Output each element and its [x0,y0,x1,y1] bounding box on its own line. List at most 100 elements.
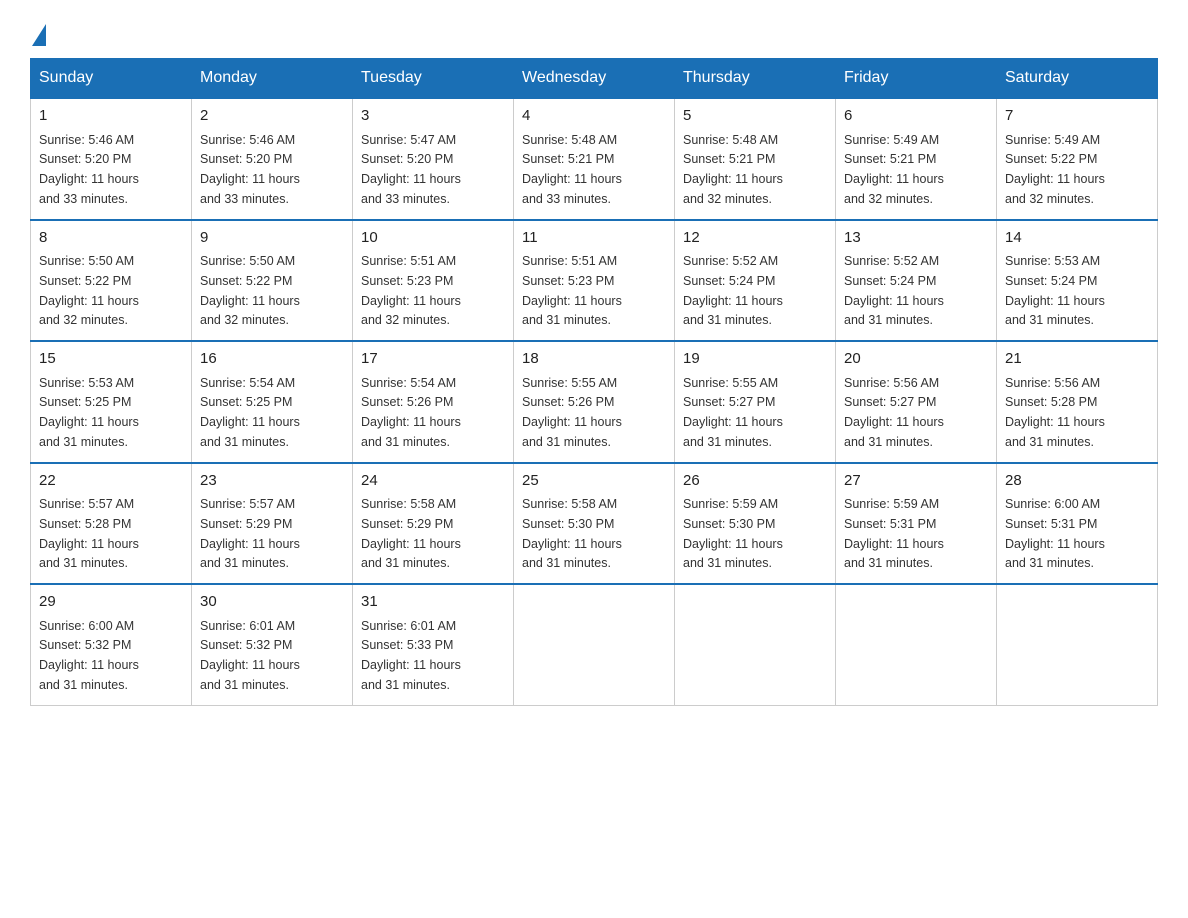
day-info: Sunrise: 5:51 AMSunset: 5:23 PMDaylight:… [361,254,461,327]
day-number: 20 [844,348,988,371]
calendar-cell: 30Sunrise: 6:01 AMSunset: 5:32 PMDayligh… [192,584,353,705]
calendar-table: SundayMondayTuesdayWednesdayThursdayFrid… [30,58,1158,706]
week-row-2: 8 Sunrise: 5:50 AMSunset: 5:22 PMDaylight… [31,220,1158,342]
day-info: Sunrise: 6:01 AMSunset: 5:32 PMDaylight:… [200,619,300,692]
day-number: 26 [683,470,827,493]
calendar-cell: 28 Sunrise: 6:00 AMSunset: 5:31 PMDayligh… [997,463,1158,585]
calendar-cell: 22 Sunrise: 5:57 AMSunset: 5:28 PMDayligh… [31,463,192,585]
calendar-cell: 11 Sunrise: 5:51 AMSunset: 5:23 PMDayligh… [514,220,675,342]
day-number: 11 [522,227,666,250]
calendar-cell: 3 Sunrise: 5:47 AMSunset: 5:20 PMDaylight… [353,98,514,220]
calendar-cell: 23Sunrise: 5:57 AMSunset: 5:29 PMDayligh… [192,463,353,585]
week-row-1: 1 Sunrise: 5:46 AMSunset: 5:20 PMDaylight… [31,98,1158,220]
calendar-cell: 31Sunrise: 6:01 AMSunset: 5:33 PMDayligh… [353,584,514,705]
calendar-cell [836,584,997,705]
calendar-cell: 8 Sunrise: 5:50 AMSunset: 5:22 PMDaylight… [31,220,192,342]
day-info: Sunrise: 5:53 AMSunset: 5:25 PMDaylight:… [39,376,139,449]
day-info: Sunrise: 6:00 AMSunset: 5:32 PMDaylight:… [39,619,139,692]
page-header [30,20,1158,42]
calendar-cell: 9 Sunrise: 5:50 AMSunset: 5:22 PMDaylight… [192,220,353,342]
week-row-4: 22 Sunrise: 5:57 AMSunset: 5:28 PMDayligh… [31,463,1158,585]
day-number: 4 [522,105,666,128]
day-number: 28 [1005,470,1149,493]
day-info: Sunrise: 5:54 AMSunset: 5:26 PMDaylight:… [361,376,461,449]
day-info: Sunrise: 5:52 AMSunset: 5:24 PMDaylight:… [683,254,783,327]
calendar-cell: 15 Sunrise: 5:53 AMSunset: 5:25 PMDayligh… [31,341,192,463]
day-info: Sunrise: 5:58 AMSunset: 5:30 PMDaylight:… [522,497,622,570]
calendar-cell: 6 Sunrise: 5:49 AMSunset: 5:21 PMDaylight… [836,98,997,220]
logo-triangle-icon [32,24,46,46]
day-number: 12 [683,227,827,250]
day-info: Sunrise: 5:50 AMSunset: 5:22 PMDaylight:… [200,254,300,327]
day-info: Sunrise: 5:48 AMSunset: 5:21 PMDaylight:… [522,133,622,206]
day-info: Sunrise: 5:46 AMSunset: 5:20 PMDaylight:… [200,133,300,206]
col-header-friday: Friday [836,59,997,99]
calendar-cell [675,584,836,705]
day-number: 17 [361,348,505,371]
week-row-3: 15 Sunrise: 5:53 AMSunset: 5:25 PMDayligh… [31,341,1158,463]
calendar-cell: 19Sunrise: 5:55 AMSunset: 5:27 PMDayligh… [675,341,836,463]
day-number: 16 [200,348,344,371]
day-info: Sunrise: 5:57 AMSunset: 5:29 PMDaylight:… [200,497,300,570]
col-header-saturday: Saturday [997,59,1158,99]
col-header-sunday: Sunday [31,59,192,99]
day-info: Sunrise: 5:47 AMSunset: 5:20 PMDaylight:… [361,133,461,206]
day-number: 8 [39,227,183,250]
day-number: 10 [361,227,505,250]
logo-top [30,20,46,46]
day-info: Sunrise: 5:57 AMSunset: 5:28 PMDaylight:… [39,497,139,570]
day-number: 18 [522,348,666,371]
day-number: 24 [361,470,505,493]
day-number: 1 [39,105,183,128]
day-info: Sunrise: 5:59 AMSunset: 5:31 PMDaylight:… [844,497,944,570]
day-number: 6 [844,105,988,128]
calendar-header-row: SundayMondayTuesdayWednesdayThursdayFrid… [31,59,1158,99]
calendar-cell: 13Sunrise: 5:52 AMSunset: 5:24 PMDayligh… [836,220,997,342]
calendar-cell [997,584,1158,705]
day-info: Sunrise: 5:51 AMSunset: 5:23 PMDaylight:… [522,254,622,327]
logo [30,20,46,42]
day-number: 9 [200,227,344,250]
day-info: Sunrise: 5:56 AMSunset: 5:27 PMDaylight:… [844,376,944,449]
day-info: Sunrise: 6:00 AMSunset: 5:31 PMDaylight:… [1005,497,1105,570]
day-info: Sunrise: 5:54 AMSunset: 5:25 PMDaylight:… [200,376,300,449]
calendar-cell: 21 Sunrise: 5:56 AMSunset: 5:28 PMDayligh… [997,341,1158,463]
calendar-cell: 2 Sunrise: 5:46 AMSunset: 5:20 PMDaylight… [192,98,353,220]
day-number: 27 [844,470,988,493]
calendar-cell: 7Sunrise: 5:49 AMSunset: 5:22 PMDaylight… [997,98,1158,220]
day-number: 25 [522,470,666,493]
day-info: Sunrise: 5:53 AMSunset: 5:24 PMDaylight:… [1005,254,1105,327]
day-info: Sunrise: 5:49 AMSunset: 5:22 PMDaylight:… [1005,133,1105,206]
calendar-cell: 27 Sunrise: 5:59 AMSunset: 5:31 PMDayligh… [836,463,997,585]
day-info: Sunrise: 5:49 AMSunset: 5:21 PMDaylight:… [844,133,944,206]
day-number: 2 [200,105,344,128]
day-info: Sunrise: 5:56 AMSunset: 5:28 PMDaylight:… [1005,376,1105,449]
calendar-cell: 24 Sunrise: 5:58 AMSunset: 5:29 PMDayligh… [353,463,514,585]
col-header-monday: Monday [192,59,353,99]
col-header-thursday: Thursday [675,59,836,99]
calendar-cell: 25 Sunrise: 5:58 AMSunset: 5:30 PMDayligh… [514,463,675,585]
day-info: Sunrise: 5:52 AMSunset: 5:24 PMDaylight:… [844,254,944,327]
col-header-wednesday: Wednesday [514,59,675,99]
calendar-cell: 10 Sunrise: 5:51 AMSunset: 5:23 PMDayligh… [353,220,514,342]
calendar-cell: 1 Sunrise: 5:46 AMSunset: 5:20 PMDaylight… [31,98,192,220]
calendar-cell: 5Sunrise: 5:48 AMSunset: 5:21 PMDaylight… [675,98,836,220]
day-info: Sunrise: 5:50 AMSunset: 5:22 PMDaylight:… [39,254,139,327]
day-number: 19 [683,348,827,371]
calendar-cell: 17 Sunrise: 5:54 AMSunset: 5:26 PMDayligh… [353,341,514,463]
day-info: Sunrise: 6:01 AMSunset: 5:33 PMDaylight:… [361,619,461,692]
col-header-tuesday: Tuesday [353,59,514,99]
calendar-cell: 4 Sunrise: 5:48 AMSunset: 5:21 PMDaylight… [514,98,675,220]
day-info: Sunrise: 5:58 AMSunset: 5:29 PMDaylight:… [361,497,461,570]
day-number: 21 [1005,348,1149,371]
day-number: 14 [1005,227,1149,250]
calendar-cell: 14 Sunrise: 5:53 AMSunset: 5:24 PMDayligh… [997,220,1158,342]
day-number: 22 [39,470,183,493]
day-info: Sunrise: 5:46 AMSunset: 5:20 PMDaylight:… [39,133,139,206]
day-number: 29 [39,591,183,614]
calendar-cell: 18Sunrise: 5:55 AMSunset: 5:26 PMDayligh… [514,341,675,463]
day-info: Sunrise: 5:48 AMSunset: 5:21 PMDaylight:… [683,133,783,206]
calendar-cell: 12 Sunrise: 5:52 AMSunset: 5:24 PMDayligh… [675,220,836,342]
day-number: 15 [39,348,183,371]
day-number: 3 [361,105,505,128]
